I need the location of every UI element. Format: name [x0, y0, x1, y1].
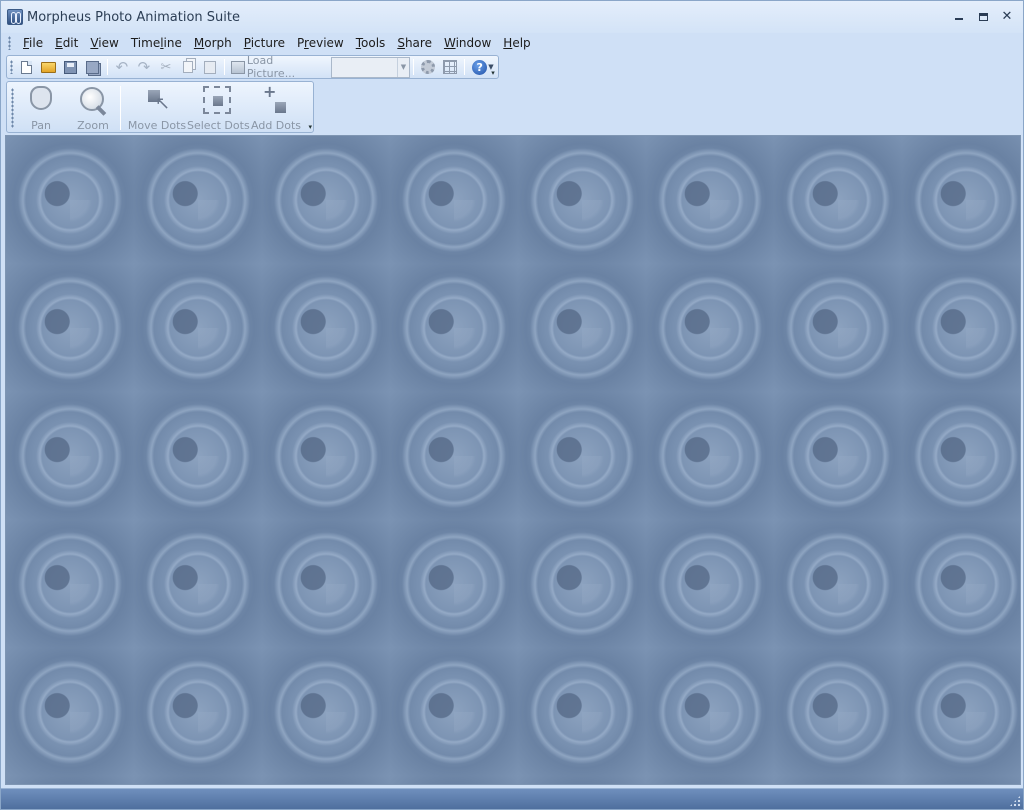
open-button[interactable] — [38, 57, 60, 77]
redo-icon: ↷ — [137, 57, 151, 76]
mdi-workspace[interactable] — [5, 135, 1021, 785]
maximize-icon — [978, 12, 988, 21]
picture-icon — [230, 60, 245, 74]
settings-button[interactable] — [417, 57, 439, 77]
undo-button[interactable]: ↶ — [111, 57, 133, 77]
redo-button[interactable]: ↷ — [133, 57, 155, 77]
scissors-icon: ✂ — [160, 59, 172, 75]
status-bar — [1, 788, 1023, 809]
close-button[interactable]: ✕ — [996, 7, 1018, 27]
new-document-icon — [21, 60, 33, 74]
new-button[interactable] — [16, 57, 38, 77]
toolbar-overflow-button[interactable]: ▾ — [308, 123, 312, 131]
load-picture-button[interactable]: Load Picture... — [228, 54, 328, 80]
move-dots-icon — [142, 86, 172, 116]
undo-icon: ↶ — [115, 57, 129, 76]
menu-window[interactable]: Window — [438, 33, 497, 53]
save-as-button[interactable] — [82, 57, 104, 77]
move-dots-label: Move Dots — [127, 119, 187, 132]
menu-share[interactable]: Share — [391, 33, 438, 53]
menu-edit[interactable]: Edit — [49, 33, 84, 53]
window-title: Morpheus Photo Animation Suite — [27, 10, 240, 25]
save-as-icon — [86, 60, 100, 74]
menu-morph[interactable]: Morph — [188, 33, 238, 53]
paste-button[interactable] — [199, 57, 221, 77]
paste-icon — [203, 60, 216, 74]
resize-grip-icon[interactable] — [1009, 795, 1021, 807]
app-logo-icon[interactable] — [7, 9, 23, 25]
select-dots-button[interactable]: Select Dots — [187, 84, 250, 132]
menu-grip-handle[interactable] — [8, 36, 11, 50]
menu-file[interactable]: File — [17, 33, 49, 53]
copy-button[interactable] — [177, 57, 199, 77]
minimize-icon — [955, 17, 963, 20]
menu-bar: File Edit View Timeline Morph Picture Pr… — [5, 33, 1021, 53]
grid-icon — [442, 60, 457, 74]
menu-tools[interactable]: Tools — [350, 33, 392, 53]
folder-open-icon — [41, 61, 57, 73]
grid-button[interactable] — [439, 57, 461, 77]
menu-view[interactable]: View — [84, 33, 124, 53]
hand-icon — [30, 86, 52, 110]
tools-toolbar: Pan Zoom Move Dots Select Dots Add Dots … — [6, 81, 314, 133]
toolbar-grip-handle[interactable] — [11, 88, 14, 128]
menu-help[interactable]: Help — [497, 33, 536, 53]
toolbar-separator — [223, 59, 225, 75]
standard-toolbar: ↶ ↷ ✂ Load Picture... ▼ ? ▼ ▾ — [6, 54, 499, 80]
pan-label: Pan — [31, 119, 51, 132]
zoom-tool-button[interactable]: Zoom — [71, 84, 115, 132]
toolbar-overflow-button[interactable]: ▾ — [488, 56, 498, 78]
add-dots-button[interactable]: Add Dots — [251, 82, 302, 132]
zoom-label: Zoom — [77, 119, 109, 132]
help-icon: ? — [472, 59, 488, 75]
picture-select-combo[interactable]: ▼ — [331, 56, 410, 78]
minimize-button[interactable] — [948, 7, 970, 27]
load-picture-label: Load Picture... — [246, 54, 296, 80]
toolbar-separator — [463, 59, 465, 75]
menu-picture[interactable]: Picture — [238, 33, 291, 53]
move-dots-button[interactable]: Move Dots — [125, 84, 189, 132]
menu-preview[interactable]: Preview — [291, 33, 350, 53]
save-button[interactable] — [60, 57, 82, 77]
cut-button[interactable]: ✂ — [155, 57, 177, 77]
select-dots-label: Select Dots — [187, 119, 250, 132]
menu-timeline[interactable]: Timeline — [125, 33, 188, 53]
toolbar-separator — [412, 59, 414, 75]
toolbar-separator — [120, 86, 121, 130]
toolbar-grip-handle[interactable] — [10, 60, 13, 74]
close-icon: ✕ — [1001, 9, 1013, 24]
title-bar[interactable]: Morpheus Photo Animation Suite ✕ — [1, 1, 1023, 33]
select-dots-icon — [203, 86, 231, 114]
magnifier-icon — [78, 86, 108, 116]
add-dots-icon — [261, 82, 291, 116]
copy-icon — [182, 61, 193, 73]
pan-tool-button[interactable]: Pan — [21, 84, 61, 132]
toolbar-separator — [106, 59, 108, 75]
app-window: Morpheus Photo Animation Suite ✕ File Ed… — [0, 0, 1024, 810]
add-dots-label: Add Dots — [251, 119, 302, 132]
chevron-down-icon[interactable]: ▼ — [396, 57, 409, 77]
gear-icon — [420, 60, 435, 74]
floppy-disk-icon — [64, 60, 78, 74]
maximize-button[interactable] — [972, 7, 994, 27]
